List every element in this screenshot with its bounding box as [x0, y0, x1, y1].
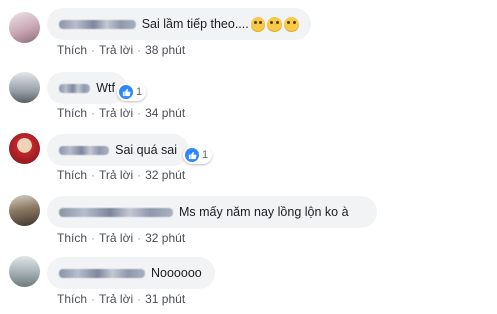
like-link[interactable]: Thích	[57, 168, 87, 182]
separator: ·	[91, 43, 96, 57]
avatar[interactable]	[9, 195, 40, 226]
comment-text: Sai lầm tiếp theo....	[141, 17, 249, 31]
separator: ·	[137, 292, 142, 306]
reaction-number: 1	[202, 149, 209, 161]
comment-actions: Thích · Trả lời · 32 phút	[57, 168, 185, 182]
separator: ·	[137, 43, 142, 57]
comment-text: Wtf	[96, 81, 115, 95]
reaction-number: 1	[136, 86, 143, 98]
comment-bubble: Sai lầm tiếp theo....	[47, 8, 311, 40]
reply-link[interactable]: Trả lời	[99, 292, 133, 306]
like-link[interactable]: Thích	[57, 106, 87, 120]
rolling-eyes-emoji	[267, 16, 283, 32]
commenter-name[interactable]	[59, 83, 91, 93]
comment-bubble: Noooooo	[47, 257, 215, 289]
comment-text: Ms mấy năm nay lồng lộn ko à	[179, 205, 349, 219]
commenter-name[interactable]	[59, 207, 173, 217]
separator: ·	[91, 292, 96, 306]
like-link[interactable]: Thích	[57, 43, 87, 57]
comment-bubble: Ms mấy năm nay lồng lộn ko à	[47, 196, 377, 228]
reply-link[interactable]: Trả lời	[99, 106, 133, 120]
reply-link[interactable]: Trả lời	[99, 231, 133, 245]
commenter-name[interactable]	[59, 145, 110, 155]
comment-bubble: Sai quá sai	[47, 134, 189, 166]
separator: ·	[137, 168, 142, 182]
thumbs-up-icon	[119, 85, 133, 99]
comment-actions: Thích · Trả lời · 38 phút	[57, 43, 185, 57]
thumbs-up-icon	[185, 148, 199, 162]
avatar[interactable]	[9, 256, 40, 287]
comment-actions: Thích · Trả lời · 31 phút	[57, 292, 185, 306]
timestamp[interactable]: 32 phút	[145, 231, 185, 245]
avatar[interactable]	[9, 133, 40, 164]
commenter-name[interactable]	[59, 268, 145, 278]
separator: ·	[91, 231, 96, 245]
reaction-count[interactable]: 1	[117, 83, 147, 101]
like-link[interactable]: Thích	[57, 231, 87, 245]
timestamp[interactable]: 31 phút	[145, 292, 185, 306]
rolling-eyes-emoji	[284, 16, 299, 32]
reply-link[interactable]: Trả lời	[99, 168, 133, 182]
comment-actions: Thích · Trả lời · 34 phút	[57, 106, 185, 120]
like-link[interactable]: Thích	[57, 292, 87, 306]
reply-link[interactable]: Trả lời	[99, 43, 133, 57]
separator: ·	[91, 106, 96, 120]
avatar[interactable]	[9, 72, 40, 103]
separator: ·	[91, 168, 96, 182]
comment-actions: Thích · Trả lời · 32 phút	[57, 231, 185, 245]
separator: ·	[137, 231, 142, 245]
comment-text: Noooooo	[151, 266, 202, 280]
comment-text: Sai quá sai	[115, 143, 177, 157]
reaction-count[interactable]: 1	[183, 146, 213, 164]
avatar[interactable]	[9, 12, 40, 43]
rolling-eyes-emoji	[250, 16, 266, 32]
separator: ·	[137, 106, 142, 120]
timestamp[interactable]: 32 phút	[145, 168, 185, 182]
timestamp[interactable]: 38 phút	[145, 43, 185, 57]
comment-bubble: Wtf	[47, 72, 127, 104]
timestamp[interactable]: 34 phút	[145, 106, 185, 120]
commenter-name[interactable]	[59, 19, 136, 29]
